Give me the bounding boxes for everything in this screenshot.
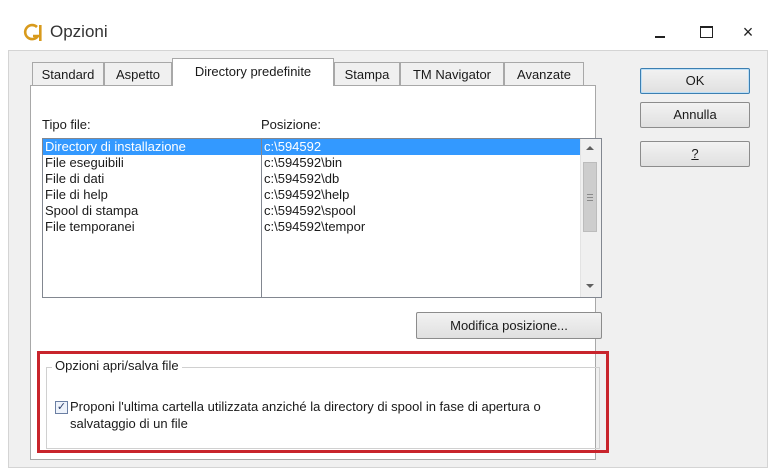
help-button[interactable]: ? [640, 141, 750, 167]
cancel-button[interactable]: Annulla [640, 102, 750, 128]
list-item[interactable]: Spool di stampa [43, 203, 261, 219]
list-item[interactable]: File eseguibili [43, 155, 261, 171]
last-folder-checkbox-label[interactable]: Proponi l'ultima cartella utilizzata anz… [70, 398, 570, 432]
close-icon: × [742, 21, 754, 42]
file-type-list[interactable]: Directory di installazione File eseguibi… [42, 138, 262, 298]
modify-position-button[interactable]: Modifica posizione... [416, 312, 602, 339]
list-item[interactable]: c:\594592\spool [262, 203, 601, 219]
tab-avanzate[interactable]: Avanzate [504, 62, 584, 85]
minimize-icon [655, 36, 665, 38]
group-title: Opzioni apri/salva file [52, 358, 182, 373]
position-list[interactable]: c:\594592 c:\594592\bin c:\594592\db c:\… [261, 138, 602, 298]
arrow-down-icon [586, 284, 594, 288]
arrow-up-icon [586, 146, 594, 150]
minimize-button[interactable] [640, 16, 680, 48]
list-item[interactable]: c:\594592\bin [262, 155, 601, 171]
list-item[interactable]: File di dati [43, 171, 261, 187]
list-item[interactable]: Directory di installazione [43, 139, 261, 155]
window-title: Opzioni [50, 22, 108, 41]
tab-directory-predefinite[interactable]: Directory predefinite [172, 58, 334, 86]
app-logo-icon [22, 22, 44, 44]
ok-button[interactable]: OK [640, 68, 750, 94]
tab-stampa[interactable]: Stampa [334, 62, 400, 85]
list-item[interactable]: c:\594592\help [262, 187, 601, 203]
help-label: ? [691, 146, 699, 161]
tab-standard[interactable]: Standard [32, 62, 104, 85]
scroll-down-button[interactable] [580, 277, 600, 295]
list-item[interactable]: c:\594592\db [262, 171, 601, 187]
position-label: Posizione: [261, 117, 321, 132]
list-item[interactable]: File temporanei [43, 219, 261, 235]
list-item[interactable]: c:\594592 [262, 139, 580, 155]
tab-aspetto[interactable]: Aspetto [104, 62, 172, 85]
close-button[interactable]: × [728, 16, 768, 48]
tab-tm-navigator[interactable]: TM Navigator [400, 62, 504, 85]
maximize-icon [699, 26, 713, 38]
last-folder-checkbox[interactable]: ✓ [55, 401, 68, 414]
scroll-thumb[interactable] [583, 162, 597, 232]
maximize-button[interactable] [686, 16, 726, 48]
list-item[interactable]: c:\594592\tempor [262, 219, 601, 235]
scroll-up-button[interactable] [580, 139, 600, 157]
list-item[interactable]: File di help [43, 187, 261, 203]
checkmark-icon: ✓ [56, 401, 67, 413]
file-type-label: Tipo file: [42, 117, 91, 132]
